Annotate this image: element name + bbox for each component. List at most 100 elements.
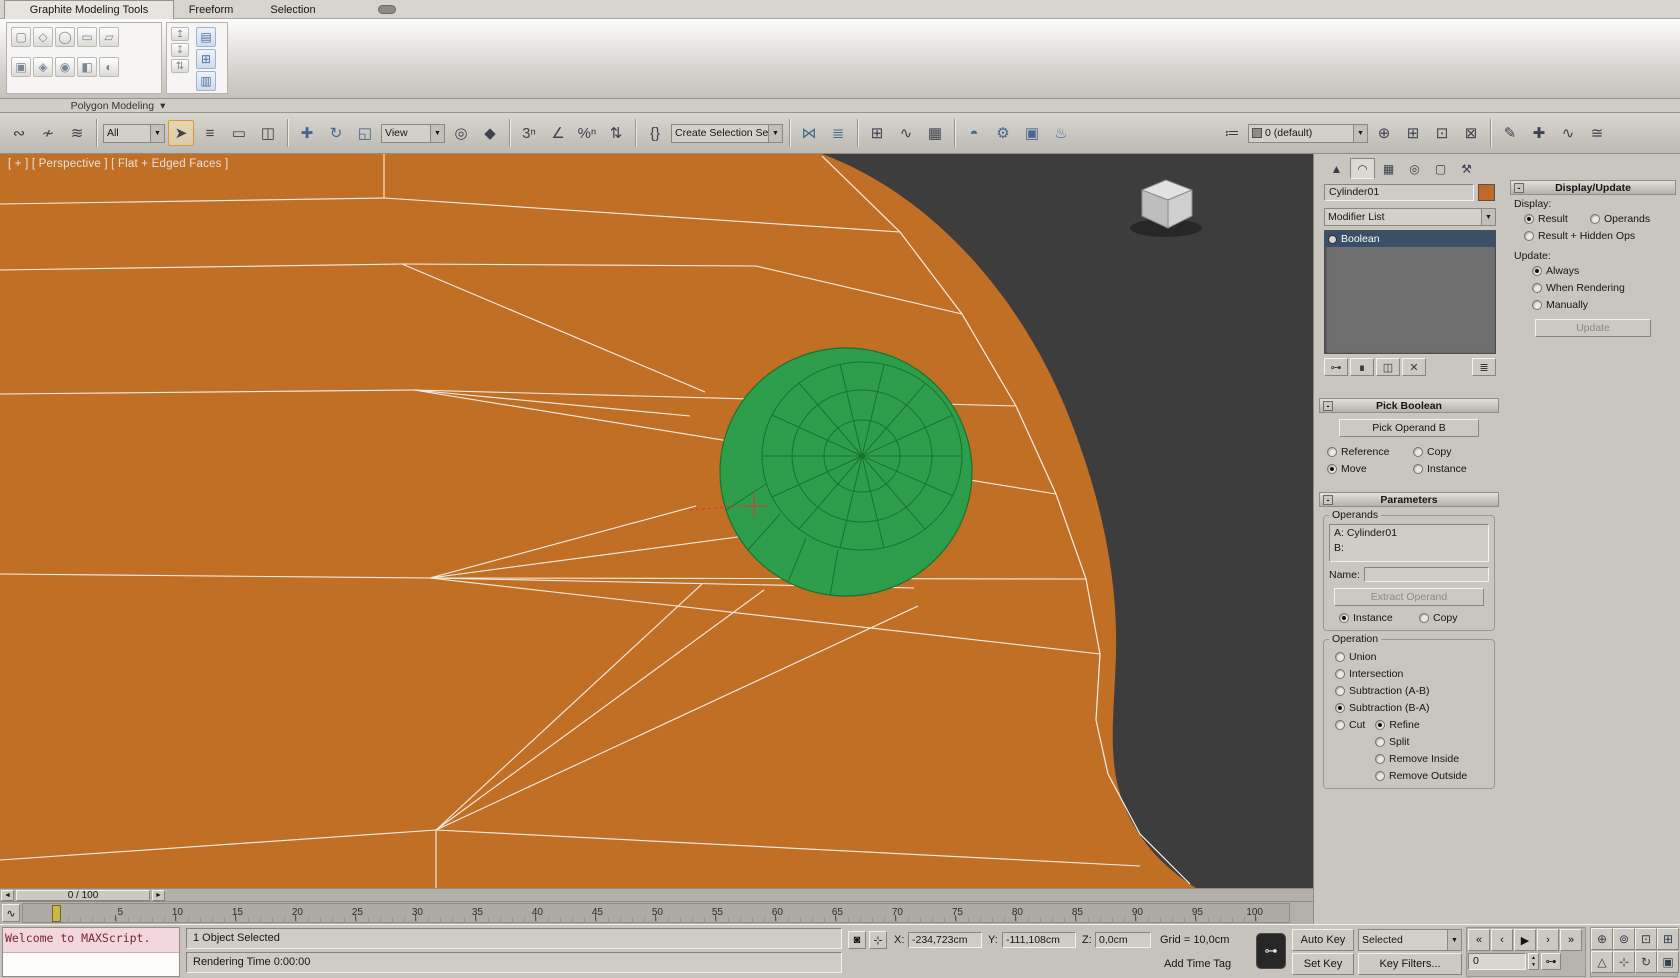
align-icon[interactable]: ≣ — [825, 120, 851, 146]
object-color-swatch[interactable] — [1478, 184, 1495, 201]
polygon-modeling-caption[interactable]: Polygon Modeling ▾ — [6, 99, 230, 113]
spin-up-icon[interactable]: ▲ — [1529, 954, 1538, 962]
radio-button[interactable] — [1532, 282, 1542, 293]
ribbon-minimize-button[interactable] — [378, 5, 396, 14]
parameters-header[interactable]: - Parameters — [1319, 492, 1499, 507]
pan-icon[interactable]: ⊹ — [1613, 951, 1635, 973]
ribbon-tool-icon[interactable]: ◯ — [55, 27, 75, 47]
ribbon-tool-icon[interactable]: ◈ — [33, 57, 53, 77]
operand-name-input[interactable] — [1363, 567, 1489, 582]
radio-button[interactable] — [1413, 446, 1423, 457]
operand-a-row[interactable]: A: Cylinder01 — [1334, 526, 1484, 541]
add-time-tag[interactable]: Add Time Tag — [1164, 958, 1231, 970]
radio-button[interactable] — [1327, 463, 1337, 474]
selection-lock-toggle[interactable]: ◙ — [848, 931, 866, 949]
auto-key-button[interactable]: Auto Key — [1292, 929, 1354, 951]
radio-button[interactable] — [1590, 213, 1600, 224]
spin-down-icon[interactable]: ▼ — [1529, 962, 1538, 970]
radio-button[interactable] — [1524, 213, 1534, 224]
current-frame-field[interactable]: 0 — [1468, 953, 1526, 970]
select-and-move-icon[interactable]: ✚ — [294, 120, 320, 146]
radio-button[interactable] — [1335, 702, 1345, 713]
pick-operand-b-button[interactable]: Pick Operand B — [1339, 419, 1479, 437]
go-to-end-button[interactable]: » — [1560, 929, 1582, 951]
create-new-layer-icon[interactable]: ⊕ — [1371, 120, 1397, 146]
select-objects-in-layer-icon[interactable]: ⊡ — [1429, 120, 1455, 146]
zoom-extents-icon[interactable]: ⊡ — [1635, 928, 1657, 950]
ribbon-tool-icon[interactable]: ▢ — [11, 27, 31, 47]
ribbon-tool-icon[interactable]: ⇅ — [171, 59, 189, 73]
radio-button[interactable] — [1335, 668, 1345, 679]
pin-stack-button[interactable]: ⊶ — [1324, 358, 1348, 376]
unlink-selection-icon[interactable]: ≁ — [35, 120, 61, 146]
mini-curve-editor-button[interactable]: ∿ — [2, 904, 20, 922]
orbit-icon[interactable]: ↻ — [1635, 951, 1657, 973]
time-slider-left-arrow[interactable]: ◄ — [1, 890, 14, 901]
update-button[interactable]: Update — [1535, 319, 1651, 337]
select-and-rotate-icon[interactable]: ↻ — [323, 120, 349, 146]
radio-button[interactable] — [1375, 770, 1385, 781]
go-to-start-button[interactable]: « — [1468, 929, 1490, 951]
bind-to-spacewarp-icon[interactable]: ≋ — [64, 120, 90, 146]
tab-utilities[interactable]: ⚒ — [1454, 158, 1479, 179]
select-by-name-icon[interactable]: ≡ — [197, 120, 223, 146]
use-pivot-center-icon[interactable]: ◎ — [448, 120, 474, 146]
layer-explorer-icon[interactable]: ⊞ — [864, 120, 890, 146]
radio-button[interactable] — [1375, 736, 1385, 747]
tab-hierarchy[interactable]: ▦ — [1376, 158, 1401, 179]
zoom-extents-all-icon[interactable]: ⊞ — [1657, 928, 1679, 950]
named-selection-dropdown[interactable]: Create Selection Se ▼ — [671, 123, 783, 143]
window-crossing-icon[interactable]: ◫ — [255, 120, 281, 146]
previous-frame-button[interactable]: ‹ — [1491, 929, 1513, 951]
spinner-snap-icon[interactable]: ⇅ — [603, 120, 629, 146]
pick-boolean-header[interactable]: - Pick Boolean — [1319, 398, 1499, 413]
track-bar[interactable]: ∿ 5 10 15 20 25 30 35 40 45 50 55 60 65 70 75 80 85 90 95 1… — [0, 902, 1313, 924]
tab-graphite-modeling-tools[interactable]: Graphite Modeling Tools — [4, 0, 174, 19]
display-update-header[interactable]: - Display/Update — [1510, 180, 1676, 195]
ribbon-tool-icon[interactable]: ⊞ — [196, 49, 216, 69]
current-frame-marker[interactable] — [52, 905, 61, 922]
ribbon-tool-icon[interactable]: ◇ — [33, 27, 53, 47]
viewport-label[interactable]: [ + ] [ Perspective ] [ Flat + Edged Fac… — [8, 158, 228, 170]
ribbon-tool-icon[interactable]: ▭ — [77, 27, 97, 47]
maxscript-output-line[interactable]: Welcome to MAXScript. — [3, 928, 179, 953]
radio-button[interactable] — [1327, 446, 1337, 457]
graph-tool-icon[interactable]: ≅ — [1584, 120, 1610, 146]
material-editor-icon[interactable]: ◓ — [961, 120, 987, 146]
tab-motion[interactable]: ◎ — [1402, 158, 1427, 179]
ribbon-tool-icon[interactable]: ◐ — [99, 57, 119, 77]
active-layer-dropdown[interactable]: 0 (default) ▼ — [1248, 123, 1368, 143]
ribbon-tool-icon[interactable]: ▥ — [196, 71, 216, 91]
radio-button[interactable] — [1375, 719, 1386, 730]
collapse-icon[interactable]: - — [1514, 183, 1524, 193]
maxscript-input-line[interactable] — [3, 953, 179, 976]
render-setup-icon[interactable]: ⚙ — [990, 120, 1016, 146]
tab-selection[interactable]: Selection — [256, 0, 330, 19]
tab-display[interactable]: ▢ — [1428, 158, 1453, 179]
remove-modifier-button[interactable]: ✕ — [1402, 358, 1426, 376]
select-and-link-icon[interactable]: ∾ — [6, 120, 32, 146]
select-and-scale-icon[interactable]: ◱ — [352, 120, 378, 146]
configure-modifier-sets-button[interactable]: ≣ — [1472, 358, 1496, 376]
collapse-icon[interactable]: - — [1323, 401, 1333, 411]
absolute-offset-toggle[interactable]: ⊹ — [869, 931, 887, 949]
radio-button[interactable] — [1335, 685, 1345, 696]
curve-editor-icon[interactable]: ∿ — [893, 120, 919, 146]
fov-icon[interactable]: △ — [1591, 951, 1613, 973]
tab-modify[interactable]: ◠ — [1350, 158, 1375, 179]
radio-button[interactable] — [1532, 299, 1542, 310]
radio-button[interactable] — [1524, 230, 1534, 241]
radio-button[interactable] — [1335, 719, 1345, 730]
set-current-layer-icon[interactable]: ⊠ — [1458, 120, 1484, 146]
select-object-icon[interactable]: ➤ — [168, 120, 194, 146]
operand-b-row[interactable]: B: — [1334, 541, 1484, 556]
collapse-icon[interactable]: - — [1323, 495, 1333, 505]
operands-list[interactable]: A: Cylinder01 B: — [1329, 524, 1489, 562]
boolean-operand-cylinder[interactable] — [719, 347, 973, 597]
z-coordinate-field[interactable]: 0,0cm — [1095, 932, 1151, 948]
ribbon-tool-icon[interactable]: ↧ — [171, 43, 189, 57]
modifier-list-dropdown[interactable]: Modifier List ▼ — [1324, 208, 1496, 226]
viewport-canvas[interactable] — [0, 154, 1313, 888]
add-tool-icon[interactable]: ✚ — [1526, 120, 1552, 146]
y-coordinate-field[interactable]: -111,108cm — [1002, 932, 1076, 948]
